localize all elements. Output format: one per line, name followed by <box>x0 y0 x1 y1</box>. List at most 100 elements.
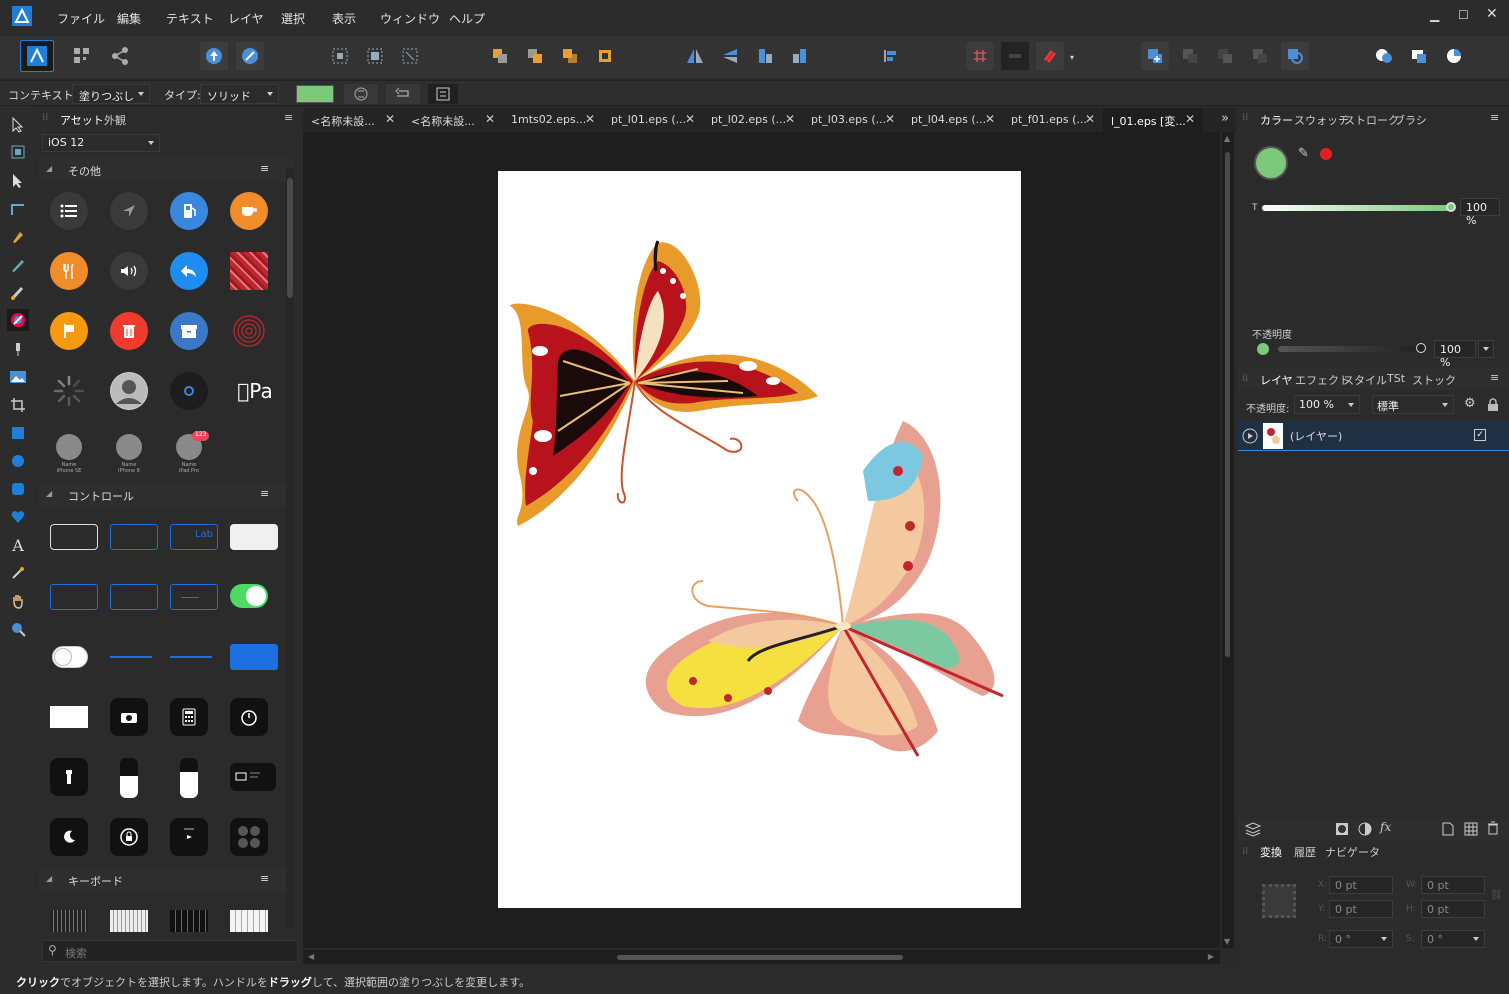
restaurant-icon[interactable] <box>50 252 88 290</box>
flashlight-icon[interactable] <box>50 758 88 796</box>
keyboard-thumbnail-dark[interactable] <box>50 910 88 932</box>
butterflies-artwork[interactable] <box>498 171 1021 908</box>
doc-tab[interactable]: 1mts02.eps... ✕ <box>503 108 603 132</box>
rotation-field[interactable]: 0 ° <box>1329 930 1393 948</box>
document-page[interactable] <box>498 171 1021 908</box>
tab-brushes[interactable]: ブラシ <box>1394 112 1427 128</box>
compound-icon-3[interactable] <box>1440 42 1468 70</box>
minimize-icon[interactable]: ▁ <box>1430 8 1439 22</box>
group-icon[interactable] <box>1464 822 1478 836</box>
corner-tool-icon[interactable] <box>8 199 28 219</box>
tab-text-styles[interactable]: TSt <box>1387 372 1405 385</box>
reverse-icon[interactable] <box>386 84 420 104</box>
radio-dot-icon[interactable] <box>170 372 208 410</box>
context-select[interactable]: 塗りつぶし <box>72 84 150 104</box>
location-arrow-icon[interactable] <box>110 192 148 230</box>
rotation-lock-icon[interactable] <box>110 818 148 856</box>
menu-layer[interactable]: レイヤ <box>228 10 264 27</box>
node-tool-icon[interactable] <box>8 171 28 191</box>
flip-horizontal-icon[interactable] <box>681 42 709 70</box>
rounded-rectangle-tool-icon[interactable] <box>8 479 28 499</box>
add-layer-icon[interactable] <box>1442 822 1454 836</box>
tab-navigator[interactable]: ナビゲータ <box>1325 844 1380 860</box>
section-header-other[interactable]: ◢ その他 ≡ <box>38 158 294 182</box>
select-icon-3[interactable] <box>396 42 424 70</box>
arrange-icon-4[interactable] <box>591 42 619 70</box>
blue-field-control[interactable] <box>110 584 158 610</box>
scroll-up-icon[interactable]: ▲ <box>1224 134 1230 143</box>
tab-close-icon[interactable]: ✕ <box>585 112 595 126</box>
transparency-tool-icon[interactable] <box>8 339 28 359</box>
device-avatar-iphone-se[interactable] <box>56 434 82 460</box>
link-proportions-icon[interactable]: ⛓ <box>1490 890 1503 901</box>
tab-close-icon[interactable]: ✕ <box>1185 112 1195 126</box>
tab-close-icon[interactable]: ✕ <box>685 112 695 126</box>
opacity-slider-knob[interactable] <box>1416 343 1426 353</box>
panel-menu-icon[interactable]: ≡ <box>1490 371 1499 384</box>
vertical-scroll-thumb[interactable] <box>1225 152 1230 657</box>
align-icon[interactable] <box>876 42 904 70</box>
opacity-value[interactable]: 100 % <box>1434 340 1476 369</box>
place-image-tool-icon[interactable] <box>8 367 28 387</box>
tab-stroke[interactable]: ストローク <box>1344 112 1399 128</box>
doc-tab[interactable]: pt_l02.eps (... ✕ <box>703 108 803 132</box>
blue-field-control[interactable] <box>50 584 98 610</box>
tab-close-icon[interactable]: ✕ <box>985 112 995 126</box>
opacity-slider[interactable] <box>1278 343 1426 353</box>
delete-layer-icon[interactable] <box>1487 821 1499 835</box>
tint-slider[interactable] <box>1262 202 1456 212</box>
zoom-tool-icon[interactable] <box>8 619 28 639</box>
hand-tool-icon[interactable] <box>8 591 28 611</box>
designer-persona-icon[interactable] <box>20 40 54 72</box>
tab-layers[interactable]: レイヤ <box>1260 372 1293 388</box>
horizontal-scroll-thumb[interactable] <box>617 955 903 960</box>
gear-icon[interactable]: ⚙ <box>1464 396 1476 411</box>
panel-menu-icon[interactable]: ≡ <box>284 111 293 124</box>
boolean-xor-icon[interactable] <box>1246 42 1274 70</box>
text-field-control[interactable] <box>50 524 98 550</box>
w-field[interactable]: 0 pt <box>1421 876 1485 894</box>
compound-icon-2[interactable] <box>1405 42 1433 70</box>
magnet-icon[interactable] <box>1036 42 1064 70</box>
layer-name[interactable]: (レイヤー) <box>1290 428 1342 444</box>
keyboard-thumbnail-numpad[interactable] <box>170 910 208 932</box>
flip-vertical-icon[interactable] <box>716 42 744 70</box>
fingerprint-icon[interactable] <box>230 312 268 350</box>
menu-select[interactable]: 選択 <box>281 10 305 27</box>
arrange-forward-icon[interactable] <box>200 42 228 70</box>
tab-assets[interactable]: アセット <box>60 112 104 128</box>
artboard-tool-icon[interactable] <box>8 142 28 162</box>
grid-snap-icon[interactable] <box>966 42 994 70</box>
tab-close-icon[interactable]: ✕ <box>385 112 395 126</box>
shear-field[interactable]: 0 ° <box>1421 930 1485 948</box>
tab-transform[interactable]: 変換 <box>1260 844 1282 860</box>
doc-tab[interactable]: pt_l03.eps (... ✕ <box>803 108 903 132</box>
select-icon-2[interactable] <box>361 42 389 70</box>
snap-icon[interactable] <box>1001 42 1029 70</box>
pencil-tool-icon[interactable] <box>8 255 28 275</box>
fx-icon[interactable]: fx <box>1380 820 1391 834</box>
secondary-color-circle[interactable] <box>1320 148 1332 160</box>
layer-row[interactable]: (レイヤー) ✓ <box>1238 421 1509 451</box>
boolean-divide-icon[interactable] <box>1281 42 1309 70</box>
menu-window[interactable]: ウィンドウ <box>380 10 440 27</box>
toggle-off-control[interactable] <box>52 646 88 668</box>
anchor-selector[interactable] <box>1262 884 1296 918</box>
menu-edit[interactable]: 編集 <box>117 10 141 27</box>
snap-dropdown-caret-icon[interactable]: ▾ <box>1070 53 1074 62</box>
toggle-on-control[interactable] <box>230 584 268 608</box>
doc-tab[interactable]: <名称未設... ✕ <box>303 108 403 132</box>
scroll-left-icon[interactable]: ◀ <box>308 952 314 961</box>
fill-tool-icon[interactable] <box>7 309 29 331</box>
opacity-dropdown[interactable] <box>1478 340 1494 358</box>
asset-search-field[interactable]: ⚲ 検索 <box>42 940 298 962</box>
boolean-intersect-icon[interactable] <box>1211 42 1239 70</box>
tint-value[interactable]: 100 % <box>1460 198 1500 227</box>
move-tool-icon[interactable] <box>8 115 28 135</box>
assets-scrollbar-thumb[interactable] <box>287 178 293 298</box>
collapse-panels-icon[interactable]: » <box>1221 111 1229 126</box>
gradient-icon[interactable] <box>344 84 378 104</box>
blue-field-control[interactable] <box>170 584 218 610</box>
tab-close-icon[interactable]: ✕ <box>485 112 495 126</box>
share-icon[interactable] <box>106 42 134 70</box>
